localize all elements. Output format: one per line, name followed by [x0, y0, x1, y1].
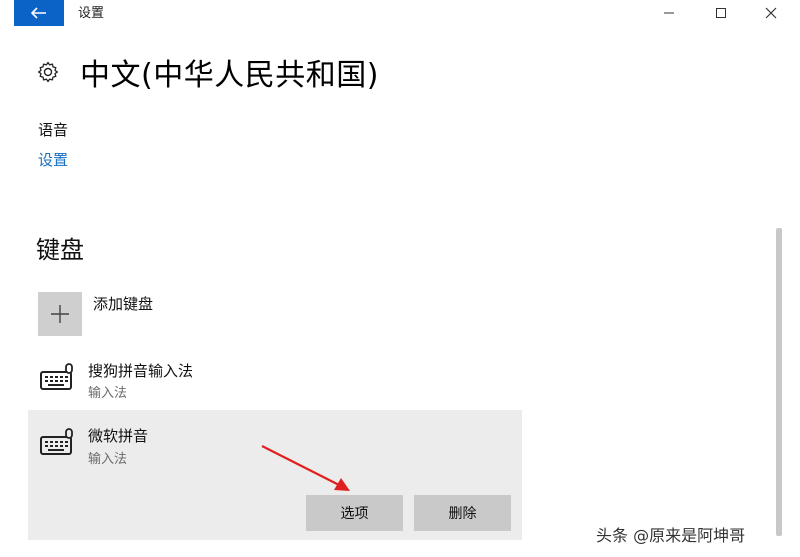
- add-keyboard-button[interactable]: [38, 292, 82, 336]
- keyboard-item-type: 输入法: [88, 386, 128, 401]
- annotation-arrow: [261, 445, 350, 491]
- close-button[interactable]: [748, 0, 794, 26]
- minimize-icon: [664, 12, 674, 14]
- window-title: 设置: [78, 6, 105, 21]
- keyboard-item-type: 输入法: [88, 452, 128, 467]
- keyboard-icon: [40, 363, 73, 390]
- keyboard-item-name: 搜狗拼音输入法: [88, 362, 194, 380]
- scrollbar[interactable]: [776, 228, 782, 536]
- options-button[interactable]: 选项: [306, 495, 403, 531]
- plus-icon: [51, 305, 69, 323]
- page-title: 中文(中华人民共和国): [80, 58, 379, 93]
- speech-settings-link[interactable]: 设置: [38, 149, 68, 170]
- keyboard-icon: [40, 428, 73, 455]
- keyboard-section-header: 键盘: [36, 236, 84, 264]
- close-icon: [765, 7, 777, 19]
- gear-icon: [37, 61, 59, 83]
- keyboard-item-sogou[interactable]: 搜狗拼音输入法 输入法: [28, 355, 522, 410]
- back-button[interactable]: [14, 0, 64, 26]
- speech-label: 语音: [38, 121, 69, 139]
- page-header: 中文(中华人民共和国): [36, 50, 379, 94]
- back-arrow-icon: [31, 7, 46, 19]
- maximize-icon: [716, 8, 726, 18]
- keyboard-item-name: 微软拼音: [88, 427, 149, 445]
- title-bar: 设置: [0, 0, 800, 26]
- add-keyboard-label[interactable]: 添加键盘: [93, 293, 153, 314]
- maximize-button[interactable]: [698, 0, 744, 26]
- minimize-button[interactable]: [646, 0, 692, 26]
- watermark: 头条 @原来是阿坤哥: [596, 526, 746, 545]
- delete-button[interactable]: 删除: [414, 495, 511, 531]
